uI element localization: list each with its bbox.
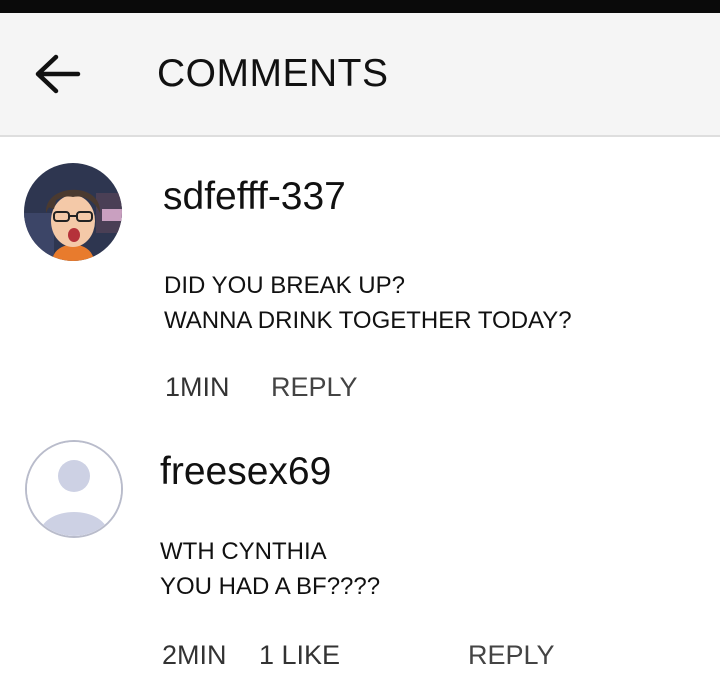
comment-text-line: WANNA DRINK TOGETHER TODAY? xyxy=(164,307,572,334)
status-bar xyxy=(0,0,720,13)
comment-text-line: YOU HAD A BF???? xyxy=(160,573,381,600)
character-avatar-icon xyxy=(24,163,122,261)
comment-text-line: DID YOU BREAK UP? xyxy=(164,272,405,299)
arrow-left-icon xyxy=(34,54,82,99)
avatar[interactable] xyxy=(24,163,122,261)
comment-username[interactable]: freesex69 xyxy=(160,450,331,494)
avatar[interactable] xyxy=(25,440,123,538)
comment-text: DID YOU BREAK UP? WANNA DRINK TOGETHER T… xyxy=(164,268,572,338)
comment-text: WTH CYNTHIA YOU HAD A BF???? xyxy=(160,534,380,604)
default-user-icon xyxy=(27,442,121,536)
comments-header: COMMENTS xyxy=(0,13,720,137)
comment-time: 2MIN xyxy=(162,640,227,670)
like-count[interactable]: 1 LIKE xyxy=(259,640,340,671)
back-button[interactable] xyxy=(30,53,86,99)
page-title: COMMENTS xyxy=(157,52,389,95)
reply-button[interactable]: REPLY xyxy=(271,372,358,403)
comment-time: 1MIN xyxy=(165,372,230,402)
comment-username[interactable]: sdfefff-337 xyxy=(163,175,346,219)
comment-text-line: WTH CYNTHIA xyxy=(160,538,327,565)
reply-button[interactable]: REPLY xyxy=(468,640,555,671)
